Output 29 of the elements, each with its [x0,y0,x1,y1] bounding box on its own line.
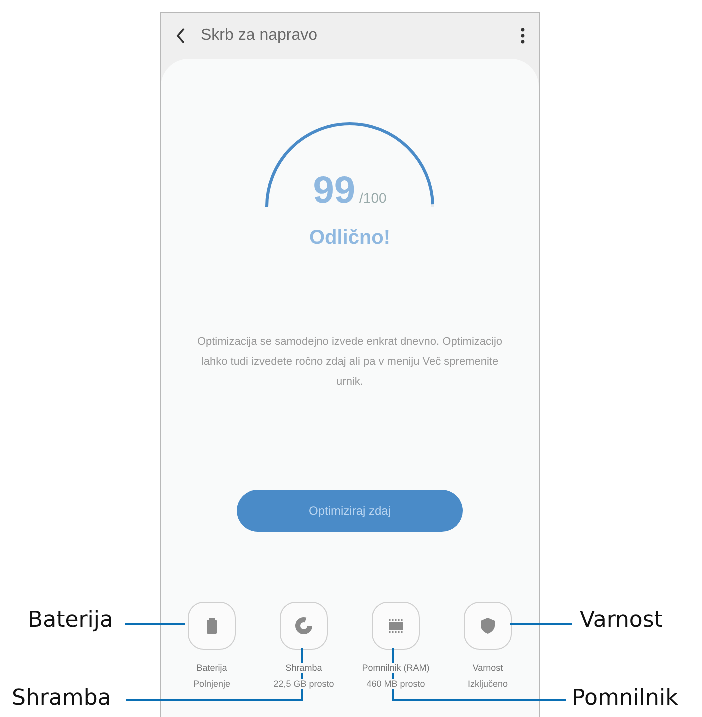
shield-icon [479,617,497,635]
leader-line [125,623,185,625]
callout-label: Baterija [28,607,114,635]
score-status: Odlično! [309,227,391,250]
tile-icon-button[interactable] [280,602,328,650]
pie-chart-icon [295,617,313,635]
back-icon[interactable] [175,28,187,44]
tile-label: Baterija [194,663,230,673]
tile-label: Shramba [284,663,324,673]
tile-detail: Polnjenje [191,679,233,689]
callout-label: Varnost [580,607,663,635]
score-value: 99 [313,170,356,213]
tile-label: Varnost [470,663,506,673]
tile-detail: 460 MB prosto [364,679,428,689]
tile-label: Pomnilnik (RAM) [360,663,432,673]
score-max: /100 [360,190,387,206]
description-text: Optimizacija se samodejno izvede enkrat dnevno. Optimizacijo lahko tudi izvedete ročno zdaj ali pa v meniju Več spremenite urnik. [196,335,504,390]
callout-label: Shramba [12,685,112,713]
callout-label: Pomnilnik [572,685,678,713]
tile-detail: 22,5 GB prosto [272,679,336,689]
leader-line [510,623,572,625]
more-options-icon[interactable] [521,28,525,44]
tile-icon-button[interactable] [464,602,512,650]
tile-icon-button[interactable] [372,602,420,650]
tile-icon-button[interactable] [188,602,236,650]
tile-detail: Izključeno [466,679,510,689]
chip-icon [387,617,405,635]
optimize-button[interactable]: Optimiziraj zdaj [237,490,463,532]
screen-title: Skrb za napravo [201,27,319,45]
